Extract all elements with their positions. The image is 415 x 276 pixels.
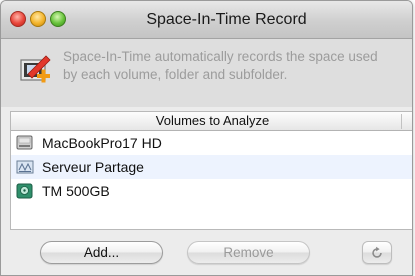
volume-row[interactable]: MacBookPro17 HD [11, 131, 412, 155]
window-title: Space-In-Time Record [146, 11, 307, 28]
info-description: Space-In-Time automatically records the … [63, 49, 378, 82]
volumes-column-header[interactable]: Volumes to Analyze [11, 112, 412, 131]
space-in-time-app-icon [20, 55, 51, 83]
remove-button[interactable]: Remove [187, 241, 310, 264]
refresh-button[interactable] [362, 241, 392, 264]
title-bar[interactable]: Space-In-Time Record [1, 1, 412, 39]
refresh-icon [372, 246, 382, 258]
info-panel: Space-In-Time automatically records the … [1, 39, 412, 107]
external-drive-icon [16, 183, 33, 199]
add-button[interactable]: Add... [40, 241, 163, 264]
network-share-icon [16, 160, 34, 174]
hard-drive-icon [16, 135, 33, 150]
volume-label: Serveur Partage [42, 159, 144, 175]
volume-row[interactable]: TM 500GB [11, 179, 412, 203]
column-separator [401, 114, 402, 129]
volume-label: TM 500GB [42, 183, 110, 199]
volume-label: MacBookPro17 HD [42, 135, 162, 151]
record-window: Space-In-Time Record Space-In-Time autom… [0, 0, 413, 276]
volumes-header-label: Volumes to Analyze [155, 113, 270, 128]
volumes-list[interactable]: Volumes to Analyze MacBookPro17 HD Serve… [10, 111, 412, 230]
volume-row[interactable]: Serveur Partage [11, 155, 412, 179]
